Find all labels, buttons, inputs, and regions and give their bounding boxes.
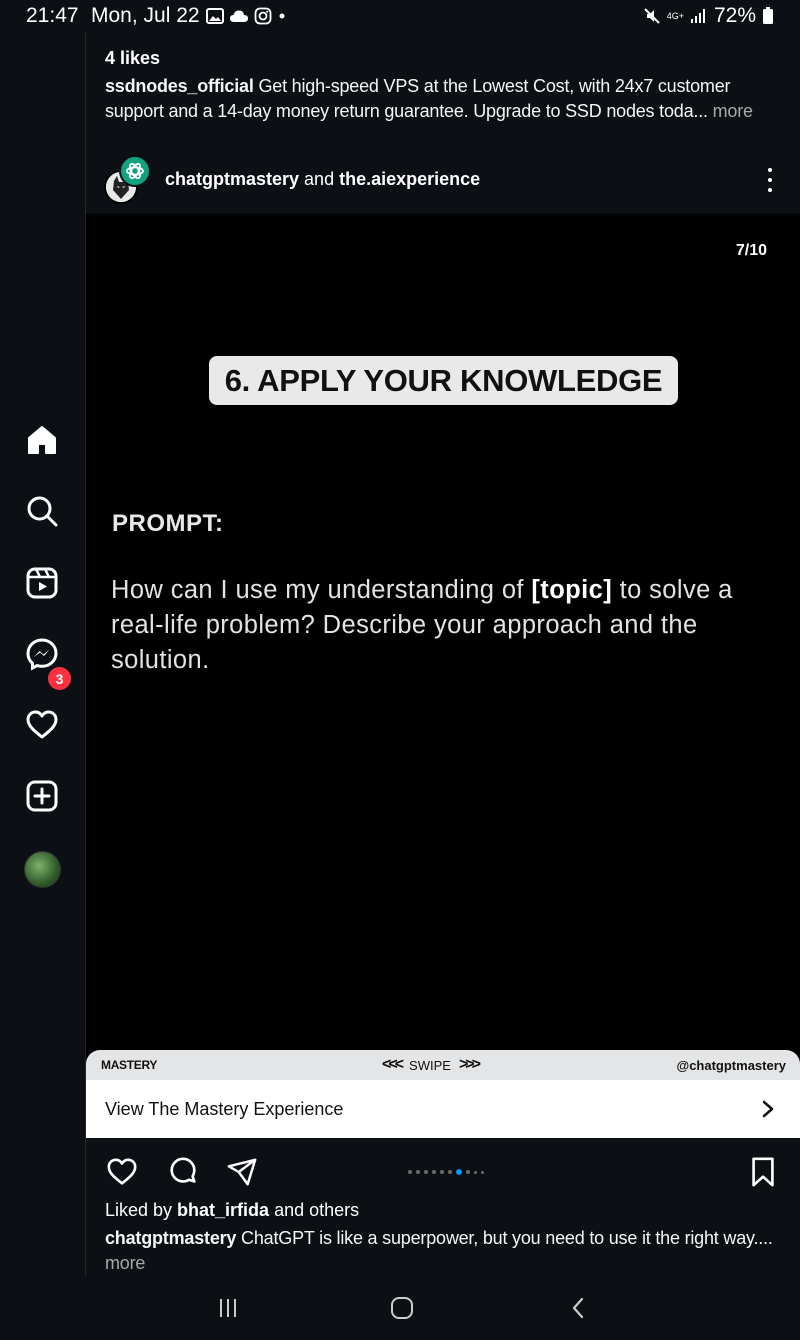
swipe-right-arrows-icon: >>> — [458, 1056, 481, 1073]
carousel-dot-active — [456, 1169, 462, 1175]
post-action-row — [86, 1138, 800, 1198]
nav-create[interactable] — [22, 776, 62, 816]
save-button[interactable] — [746, 1155, 780, 1189]
carousel-dot — [481, 1170, 484, 1174]
carousel-indicator — [408, 1169, 484, 1175]
nav-notifications[interactable] — [22, 705, 62, 745]
status-time: 21:47 — [26, 4, 79, 27]
swipe-label: SWIPE — [409, 1057, 451, 1073]
status-date: Mon, Jul 22 — [91, 4, 200, 27]
nav-profile-avatar[interactable] — [24, 851, 61, 888]
post-caption: chatgptmastery ChatGPT is like a superpo… — [105, 1226, 785, 1276]
side-navigation: 3 — [0, 32, 86, 1276]
reels-icon — [26, 567, 58, 599]
brand-mastery: MASTERY — [101, 1058, 158, 1072]
heart-icon — [107, 1158, 137, 1185]
previous-post-username[interactable]: ssdnodes_official — [105, 76, 254, 96]
nav-search[interactable] — [22, 491, 62, 531]
gallery-icon — [206, 8, 224, 24]
carousel-dot — [466, 1170, 470, 1174]
home-button-icon — [391, 1297, 413, 1319]
dot-icon — [279, 13, 285, 19]
status-right: 4G+ 72% — [643, 4, 774, 28]
home-system-button[interactable] — [387, 1294, 417, 1322]
home-icon — [28, 426, 56, 454]
liked-by: Liked by bhat_irfida and others — [105, 1200, 359, 1221]
slide-brand-strip: MASTERY <<< SWIPE >>> @chatgptmastery — [86, 1050, 800, 1080]
post-media[interactable]: 7/10 6. APPLY YOUR KNOWLEDGE PROMPT: How… — [86, 214, 800, 1138]
back-icon — [572, 1297, 584, 1319]
prompt-text-start: How can I use my understanding of — [111, 576, 532, 604]
caption-text: ChatGPT is like a superpower, but you ne… — [236, 1228, 773, 1248]
heart-icon — [26, 710, 58, 739]
post-authors: chatgptmastery and the.aiexperience — [165, 169, 480, 190]
send-icon — [227, 1158, 257, 1186]
bookmark-icon — [752, 1157, 774, 1187]
network-label: 4G+ — [666, 10, 684, 21]
feed: 4 likes ssdnodes_official Get high-speed… — [86, 32, 800, 1276]
caption-more-link[interactable]: more — [105, 1253, 145, 1273]
caption-username[interactable]: chatgptmastery — [105, 1228, 236, 1248]
liked-by-suffix[interactable]: and others — [269, 1200, 359, 1220]
recent-apps-button[interactable] — [213, 1294, 243, 1322]
mute-icon — [643, 8, 660, 24]
prompt-text-topic: [topic] — [531, 576, 613, 604]
view-experience-cta[interactable]: View The Mastery Experience — [86, 1080, 800, 1138]
signal-icon — [690, 9, 705, 23]
post-coauthor[interactable]: the.aiexperience — [339, 169, 480, 189]
swipe-left-arrows-icon: <<< — [382, 1056, 404, 1073]
like-button[interactable] — [105, 1155, 139, 1189]
carousel-dot — [440, 1170, 444, 1174]
share-button[interactable] — [225, 1155, 259, 1189]
carousel-dot — [432, 1170, 436, 1174]
nav-home[interactable] — [22, 420, 62, 460]
instagram-icon — [254, 7, 272, 25]
openai-logo-icon — [126, 162, 144, 180]
post-header: chatgptmastery and the.aiexperience — [86, 150, 800, 214]
back-button[interactable] — [563, 1294, 593, 1322]
status-bar: 21:47 Mon, Jul 22 4G+ 72% — [0, 0, 800, 32]
more-options-icon[interactable] — [760, 166, 780, 194]
comment-icon — [170, 1157, 196, 1183]
liked-by-user[interactable]: bhat_irfida — [177, 1200, 269, 1220]
chevron-right-icon — [762, 1100, 774, 1118]
previous-post-likes: 4 likes — [105, 48, 161, 68]
previous-post-caption: ssdnodes_official Get high-speed VPS at … — [105, 74, 775, 124]
nav-reels[interactable] — [22, 563, 62, 603]
carousel-dot — [408, 1170, 412, 1174]
slide-counter: 7/10 — [735, 242, 767, 259]
system-navigation-bar — [0, 1276, 800, 1340]
carousel-dot — [416, 1170, 420, 1174]
battery-icon — [763, 7, 773, 24]
plus-square-icon — [26, 780, 58, 812]
carousel-dot — [448, 1170, 452, 1174]
status-notification-icons — [206, 7, 287, 25]
prompt-text: How can I use my understanding of [topic… — [111, 573, 791, 678]
slide-heading: 6. APPLY YOUR KNOWLEDGE — [209, 356, 678, 405]
previous-post-more-link[interactable]: more — [708, 101, 753, 121]
liked-by-prefix: Liked by — [105, 1200, 178, 1220]
brand-handle: @chatgptmastery — [676, 1058, 786, 1073]
prompt-label: PROMPT: — [112, 510, 224, 537]
post-author[interactable]: chatgptmastery — [165, 169, 299, 189]
cta-label: View The Mastery Experience — [105, 1098, 344, 1119]
swipe-hint: <<< SWIPE >>> — [382, 1056, 481, 1074]
messages-badge: 3 — [48, 667, 71, 690]
comment-button[interactable] — [166, 1155, 200, 1189]
messenger-icon — [26, 638, 58, 671]
coauthor-avatar[interactable] — [119, 155, 151, 187]
cloud-icon — [230, 10, 248, 22]
authors-joiner: and — [299, 169, 340, 189]
recent-apps-icon — [220, 1299, 236, 1317]
carousel-dot — [424, 1170, 428, 1174]
carousel-dot — [474, 1170, 477, 1174]
battery-percent: 72% — [713, 4, 756, 27]
search-icon — [27, 496, 58, 527]
